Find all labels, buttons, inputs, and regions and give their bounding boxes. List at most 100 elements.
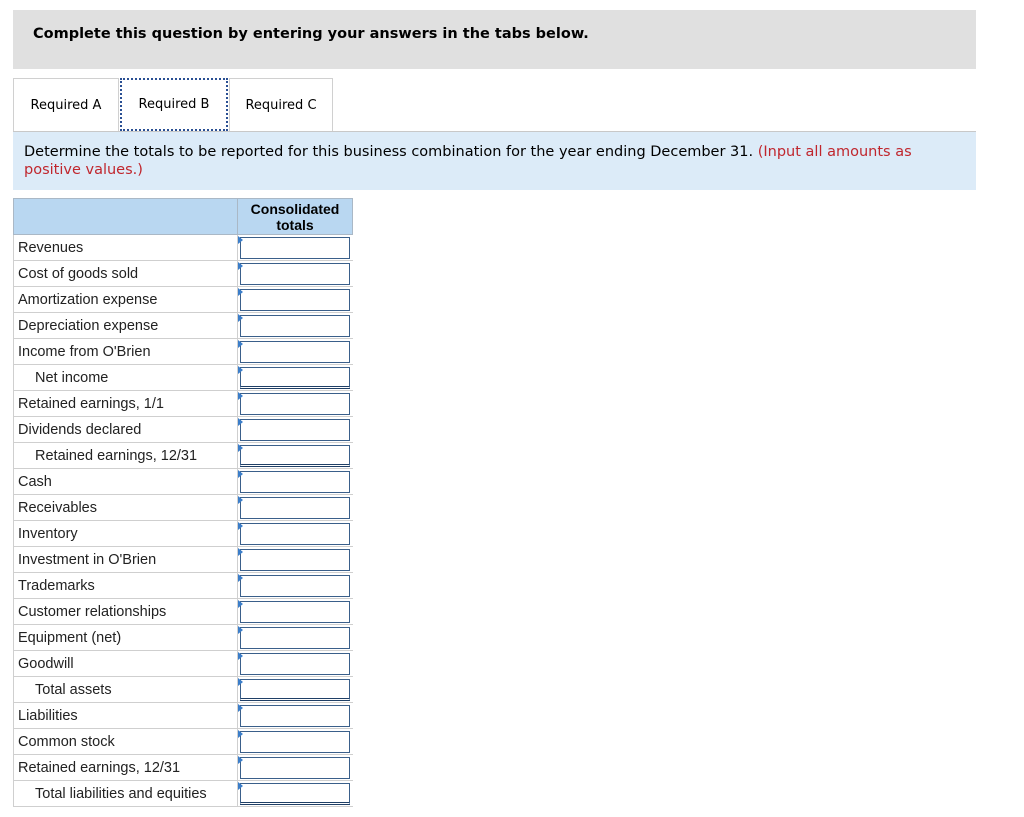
row-label: Net income bbox=[13, 365, 238, 391]
value-cell bbox=[238, 287, 353, 313]
table-row: Cost of goods sold bbox=[13, 261, 353, 287]
row-label: Retained earnings, 12/31 bbox=[13, 755, 238, 781]
table-row: Dividends declared bbox=[13, 417, 353, 443]
row-label: Inventory bbox=[13, 521, 238, 547]
row-label: Total liabilities and equities bbox=[13, 781, 238, 807]
column-header-consolidated-totals: Consolidated totals bbox=[238, 198, 353, 235]
amount-input[interactable] bbox=[240, 575, 350, 597]
amount-input[interactable] bbox=[240, 419, 350, 441]
row-label: Common stock bbox=[13, 729, 238, 755]
value-cell bbox=[238, 235, 353, 261]
table-row: Retained earnings, 12/31 bbox=[13, 755, 353, 781]
value-cell bbox=[238, 755, 353, 781]
cell-marker-icon bbox=[238, 314, 243, 322]
tab-required-a[interactable]: Required A bbox=[13, 78, 119, 131]
amount-input[interactable] bbox=[240, 705, 350, 727]
value-cell bbox=[238, 313, 353, 339]
value-cell bbox=[238, 417, 353, 443]
amount-input[interactable] bbox=[240, 367, 350, 389]
value-cell bbox=[238, 495, 353, 521]
cell-marker-icon bbox=[238, 366, 243, 374]
cell-marker-icon bbox=[238, 288, 243, 296]
amount-input[interactable] bbox=[240, 445, 350, 467]
cell-marker-icon bbox=[238, 782, 243, 790]
table-row: Goodwill bbox=[13, 651, 353, 677]
amount-input[interactable] bbox=[240, 627, 350, 649]
table-row: Customer relationships bbox=[13, 599, 353, 625]
amount-input[interactable] bbox=[240, 601, 350, 623]
value-cell bbox=[238, 443, 353, 469]
table-row: Total assets bbox=[13, 677, 353, 703]
amount-input[interactable] bbox=[240, 523, 350, 545]
value-cell bbox=[238, 469, 353, 495]
cell-marker-icon bbox=[238, 496, 243, 504]
row-label: Amortization expense bbox=[13, 287, 238, 313]
value-cell bbox=[238, 365, 353, 391]
table-row: Amortization expense bbox=[13, 287, 353, 313]
table-row: Income from O'Brien bbox=[13, 339, 353, 365]
amount-input[interactable] bbox=[240, 263, 350, 285]
cell-marker-icon bbox=[238, 340, 243, 348]
column-header-label: Consolidated totals bbox=[250, 200, 340, 233]
table-row: Receivables bbox=[13, 495, 353, 521]
cell-marker-icon bbox=[238, 600, 243, 608]
value-cell bbox=[238, 729, 353, 755]
row-label: Receivables bbox=[13, 495, 238, 521]
table-row: Total liabilities and equities bbox=[13, 781, 353, 807]
cell-marker-icon bbox=[238, 262, 243, 270]
amount-input[interactable] bbox=[240, 315, 350, 337]
table-row: Retained earnings, 12/31 bbox=[13, 443, 353, 469]
amount-input[interactable] bbox=[240, 237, 350, 259]
value-cell bbox=[238, 599, 353, 625]
amount-input[interactable] bbox=[240, 393, 350, 415]
row-label: Retained earnings, 1/1 bbox=[13, 391, 238, 417]
amount-input[interactable] bbox=[240, 653, 350, 675]
row-label: Cost of goods sold bbox=[13, 261, 238, 287]
row-label: Investment in O'Brien bbox=[13, 547, 238, 573]
instruction-text: Determine the totals to be reported for … bbox=[24, 144, 758, 160]
row-label: Retained earnings, 12/31 bbox=[13, 443, 238, 469]
table-row: Depreciation expense bbox=[13, 313, 353, 339]
amount-input[interactable] bbox=[240, 549, 350, 571]
cell-marker-icon bbox=[238, 548, 243, 556]
row-label: Liabilities bbox=[13, 703, 238, 729]
value-cell bbox=[238, 625, 353, 651]
row-label: Customer relationships bbox=[13, 599, 238, 625]
cell-marker-icon bbox=[238, 756, 243, 764]
cell-marker-icon bbox=[238, 418, 243, 426]
cell-marker-icon bbox=[238, 704, 243, 712]
row-label: Total assets bbox=[13, 677, 238, 703]
row-label: Equipment (net) bbox=[13, 625, 238, 651]
amount-input[interactable] bbox=[240, 783, 350, 805]
amount-input[interactable] bbox=[240, 341, 350, 363]
table-row: Common stock bbox=[13, 729, 353, 755]
table-row: Investment in O'Brien bbox=[13, 547, 353, 573]
amount-input[interactable] bbox=[240, 471, 350, 493]
amount-input[interactable] bbox=[240, 289, 350, 311]
cell-marker-icon bbox=[238, 470, 243, 478]
table-row: Trademarks bbox=[13, 573, 353, 599]
cell-marker-icon bbox=[238, 652, 243, 660]
value-cell bbox=[238, 703, 353, 729]
tab-required-b[interactable]: Required B bbox=[120, 78, 228, 131]
table-row: Retained earnings, 1/1 bbox=[13, 391, 353, 417]
value-cell bbox=[238, 781, 353, 807]
value-cell bbox=[238, 391, 353, 417]
cell-marker-icon bbox=[238, 730, 243, 738]
value-cell bbox=[238, 547, 353, 573]
amount-input[interactable] bbox=[240, 731, 350, 753]
cell-marker-icon bbox=[238, 236, 243, 244]
cell-marker-icon bbox=[238, 392, 243, 400]
table-row: Equipment (net) bbox=[13, 625, 353, 651]
tab-bar: Required A Required B Required C bbox=[13, 77, 976, 132]
row-label: Revenues bbox=[13, 235, 238, 261]
tab-required-c[interactable]: Required C bbox=[229, 78, 333, 131]
amount-input[interactable] bbox=[240, 679, 350, 701]
value-cell bbox=[238, 261, 353, 287]
cell-marker-icon bbox=[238, 574, 243, 582]
table-row: Revenues bbox=[13, 235, 353, 261]
amount-input[interactable] bbox=[240, 497, 350, 519]
value-cell bbox=[238, 677, 353, 703]
row-label: Dividends declared bbox=[13, 417, 238, 443]
amount-input[interactable] bbox=[240, 757, 350, 779]
